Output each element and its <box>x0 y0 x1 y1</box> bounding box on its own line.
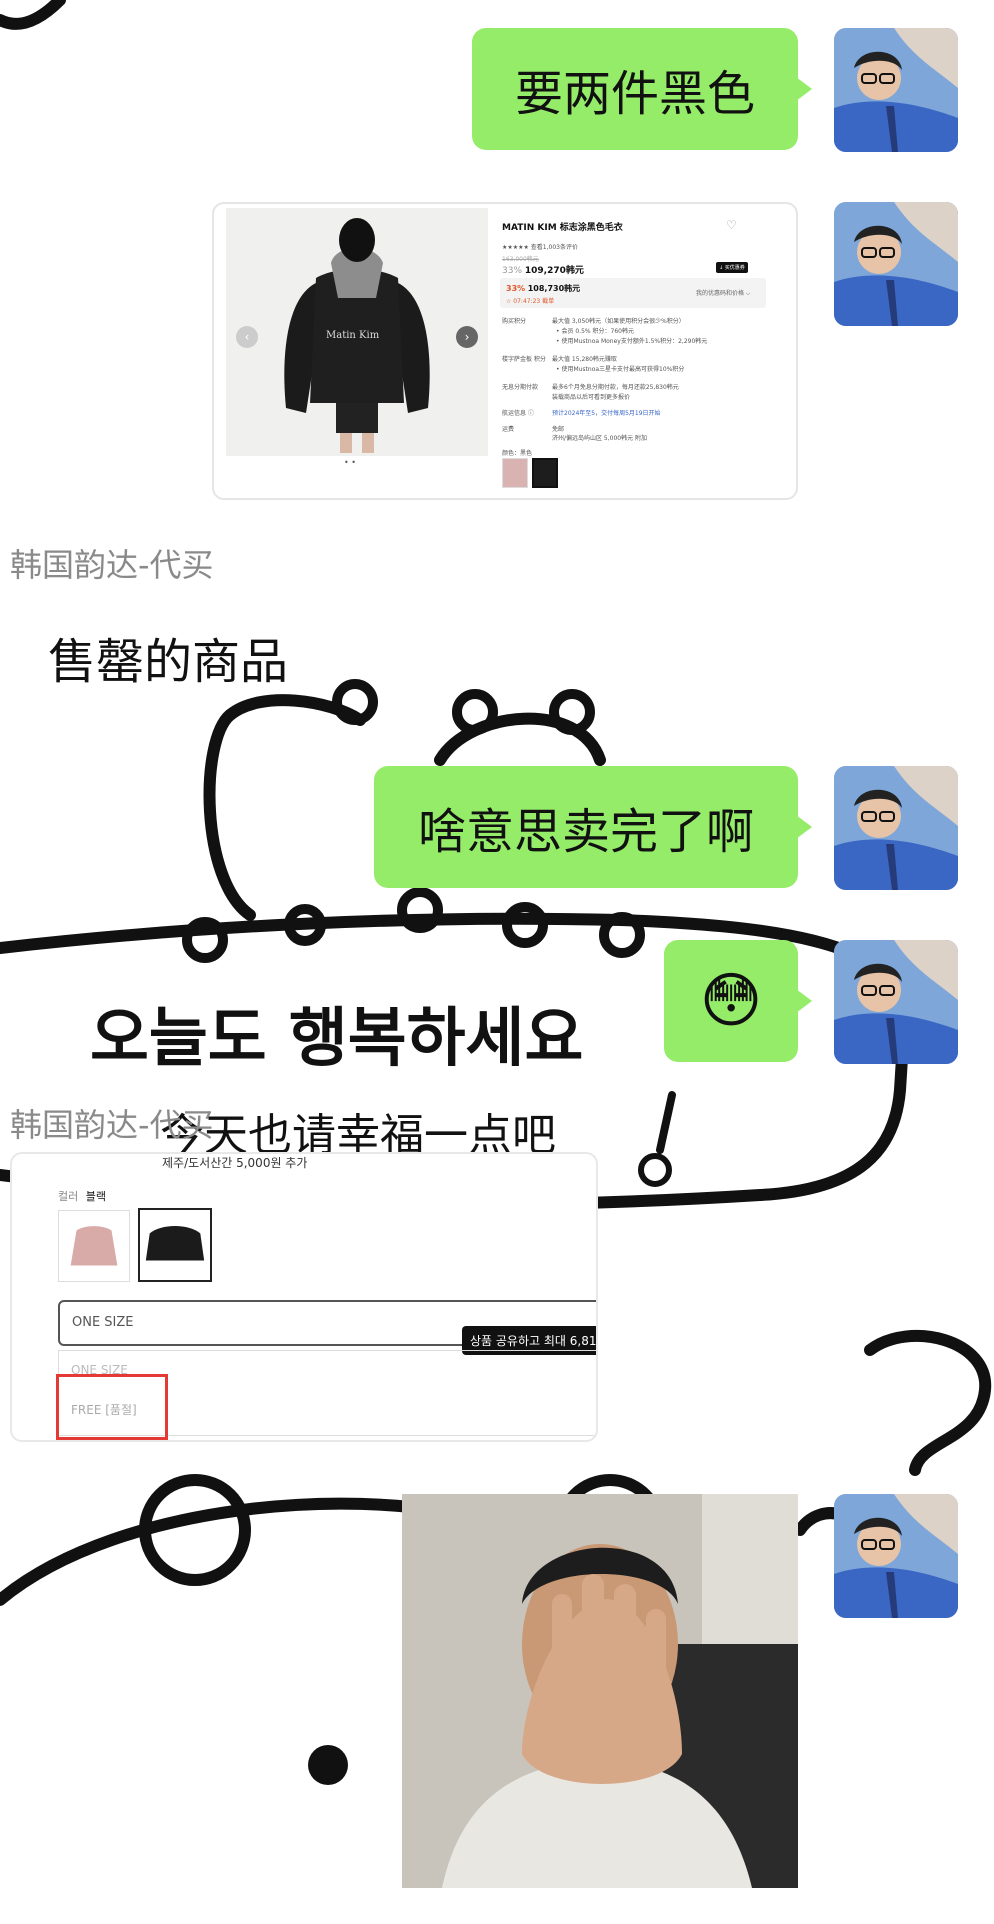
avatar-icon <box>834 766 958 890</box>
shipping-note: 제주/도서산간 5,000원 추가 <box>162 1156 308 1170</box>
avatar-icon <box>834 940 958 1064</box>
black-jacket-icon <box>145 1226 205 1261</box>
installment-sub: 装载商品以后可看到更多报价 <box>552 394 631 401</box>
avatar[interactable] <box>834 202 958 326</box>
coupon-link[interactable]: 我的优惠码和价格 ⌵ <box>696 288 750 298</box>
avatar[interactable] <box>834 766 958 890</box>
product-original-price: 163,000韩元 <box>502 256 539 263</box>
color-swatch-pink[interactable] <box>502 458 528 488</box>
avatar-icon <box>834 28 958 152</box>
product-photo: Matin Kim ‹ › <box>226 208 488 456</box>
carousel-prev-button[interactable]: ‹ <box>236 326 258 348</box>
wallpaper-line <box>203 709 256 921</box>
color-swatch-black[interactable] <box>532 458 558 488</box>
product-rating: ★★★★★ 查看1,003条评价 <box>502 244 578 251</box>
message-text: 啥意思卖完了啊 <box>417 804 754 860</box>
wallpaper-line <box>864 1330 992 1476</box>
discount-percent: 33% <box>502 266 523 276</box>
coupon-discount: 33% <box>506 284 526 293</box>
pink-jacket-icon <box>70 1226 118 1266</box>
carousel-dots: • • <box>344 458 356 467</box>
fee-main: 免邮 <box>552 426 565 433</box>
color-label: 컬러 <box>58 1190 79 1203</box>
product-price-row: 33% 109,270韩元 <box>502 263 584 276</box>
product-screenshot-card[interactable]: Matin Kim ‹ › • • MATIN KIM 标志涂黑色毛衣 ♡ ★★… <box>212 202 798 500</box>
wallpaper-line <box>0 0 66 30</box>
points-sub1: • 会员 0.5% 积分：760韩元 <box>556 328 634 335</box>
fee-label: 运费 <box>502 426 515 433</box>
message-bubble-outgoing[interactable]: 要两件黑色 <box>472 28 798 150</box>
avatar[interactable] <box>834 1494 958 1618</box>
color-label: 颜色：黑色 <box>502 450 533 457</box>
options-screenshot-card[interactable]: 제주/도서산간 5,000원 추가 컬러 블랙 ONE SIZE 상품 공유하고… <box>10 1152 598 1442</box>
man-raising-hand-photo-icon <box>402 1494 798 1888</box>
avatar-icon <box>834 1494 958 1618</box>
flushed-face-emoji-icon: 😳 <box>699 966 763 1036</box>
wallpaper-korean-text: 오늘도 행복하세요 <box>90 1002 583 1076</box>
svg-text:Matin Kim: Matin Kim <box>326 330 380 341</box>
jacket-image-icon: Matin Kim <box>226 208 488 456</box>
color-swatch-black[interactable] <box>138 1208 212 1282</box>
shipping-main: 预计2024年至5，交付每周5月19日开始 <box>552 410 661 417</box>
coupon-badge[interactable]: ↓ 买优惠券 <box>716 262 748 273</box>
coupon-countdown: ☆ 07:47:23 截单 <box>506 298 555 305</box>
wallpaper-line <box>656 1091 676 1154</box>
message-bubble-outgoing[interactable]: 啥意思卖完了啊 <box>374 766 798 888</box>
card-label: 楼字萨金板 积分 <box>502 356 546 363</box>
message-bubble-emoji[interactable]: 😳 <box>664 940 798 1062</box>
coupon-price: 108,730韩元 <box>527 284 581 293</box>
points-label: 购买积分 <box>502 318 527 325</box>
message-text: 要两件黑色 <box>514 66 755 122</box>
message-text-incoming[interactable]: 售罄的商品 <box>48 622 288 692</box>
product-title: MATIN KIM 标志涂黑色毛衣 <box>502 223 623 233</box>
card-main: 最大值 15,280韩元赚取 <box>552 356 617 363</box>
wallpaper-line <box>502 902 548 948</box>
color-value: 블랙 <box>85 1190 106 1203</box>
points-main: 最大值 3,050韩元（如果使用积分会很少%积分） <box>552 318 685 325</box>
shipping-label: 航运信息 ⓘ <box>502 410 534 417</box>
wishlist-heart-icon[interactable]: ♡ <box>726 218 737 232</box>
avatar[interactable] <box>834 940 958 1064</box>
avatar[interactable] <box>834 28 958 152</box>
color-row: 컬러 블랙 <box>58 1188 106 1204</box>
installment-main: 最多6个月免息分期付款，每月还款25,830韩元 <box>552 384 679 391</box>
wallpaper-line <box>638 1153 672 1187</box>
avatar-icon <box>834 202 958 326</box>
size-select-value: ONE SIZE <box>72 1315 134 1330</box>
photo-message[interactable] <box>402 1494 798 1888</box>
color-swatch-pink[interactable] <box>58 1210 130 1282</box>
coupon-price-box[interactable]: 33% 108,730韩元 ☆ 07:47:23 截单 我的优惠码和价格 ⌵ <box>500 278 766 308</box>
sender-name: 韩国韵达-代买 <box>10 1106 214 1144</box>
sender-name: 韩国韵达-代买 <box>10 546 214 584</box>
card-sub: • 使用Mustnoa三星卡支付最高可获得10%积分 <box>556 366 685 373</box>
product-price: 109,270韩元 <box>524 266 584 276</box>
points-sub2: • 使用Mustnoa Money支付额外1.5%积分：2,290韩元 <box>556 338 708 345</box>
fee-sub: 济州/偏远岛屿山区 5,000韩元 附加 <box>552 435 648 442</box>
soldout-highlight-box <box>56 1374 168 1440</box>
wallpaper-eye <box>308 1745 348 1785</box>
carousel-next-button[interactable]: › <box>456 326 478 348</box>
installment-label: 无息分期付款 <box>502 384 539 391</box>
product-info-panel: MATIN KIM 标志涂黑色毛衣 ♡ ★★★★★ 查看1,003条评价 163… <box>496 208 792 498</box>
